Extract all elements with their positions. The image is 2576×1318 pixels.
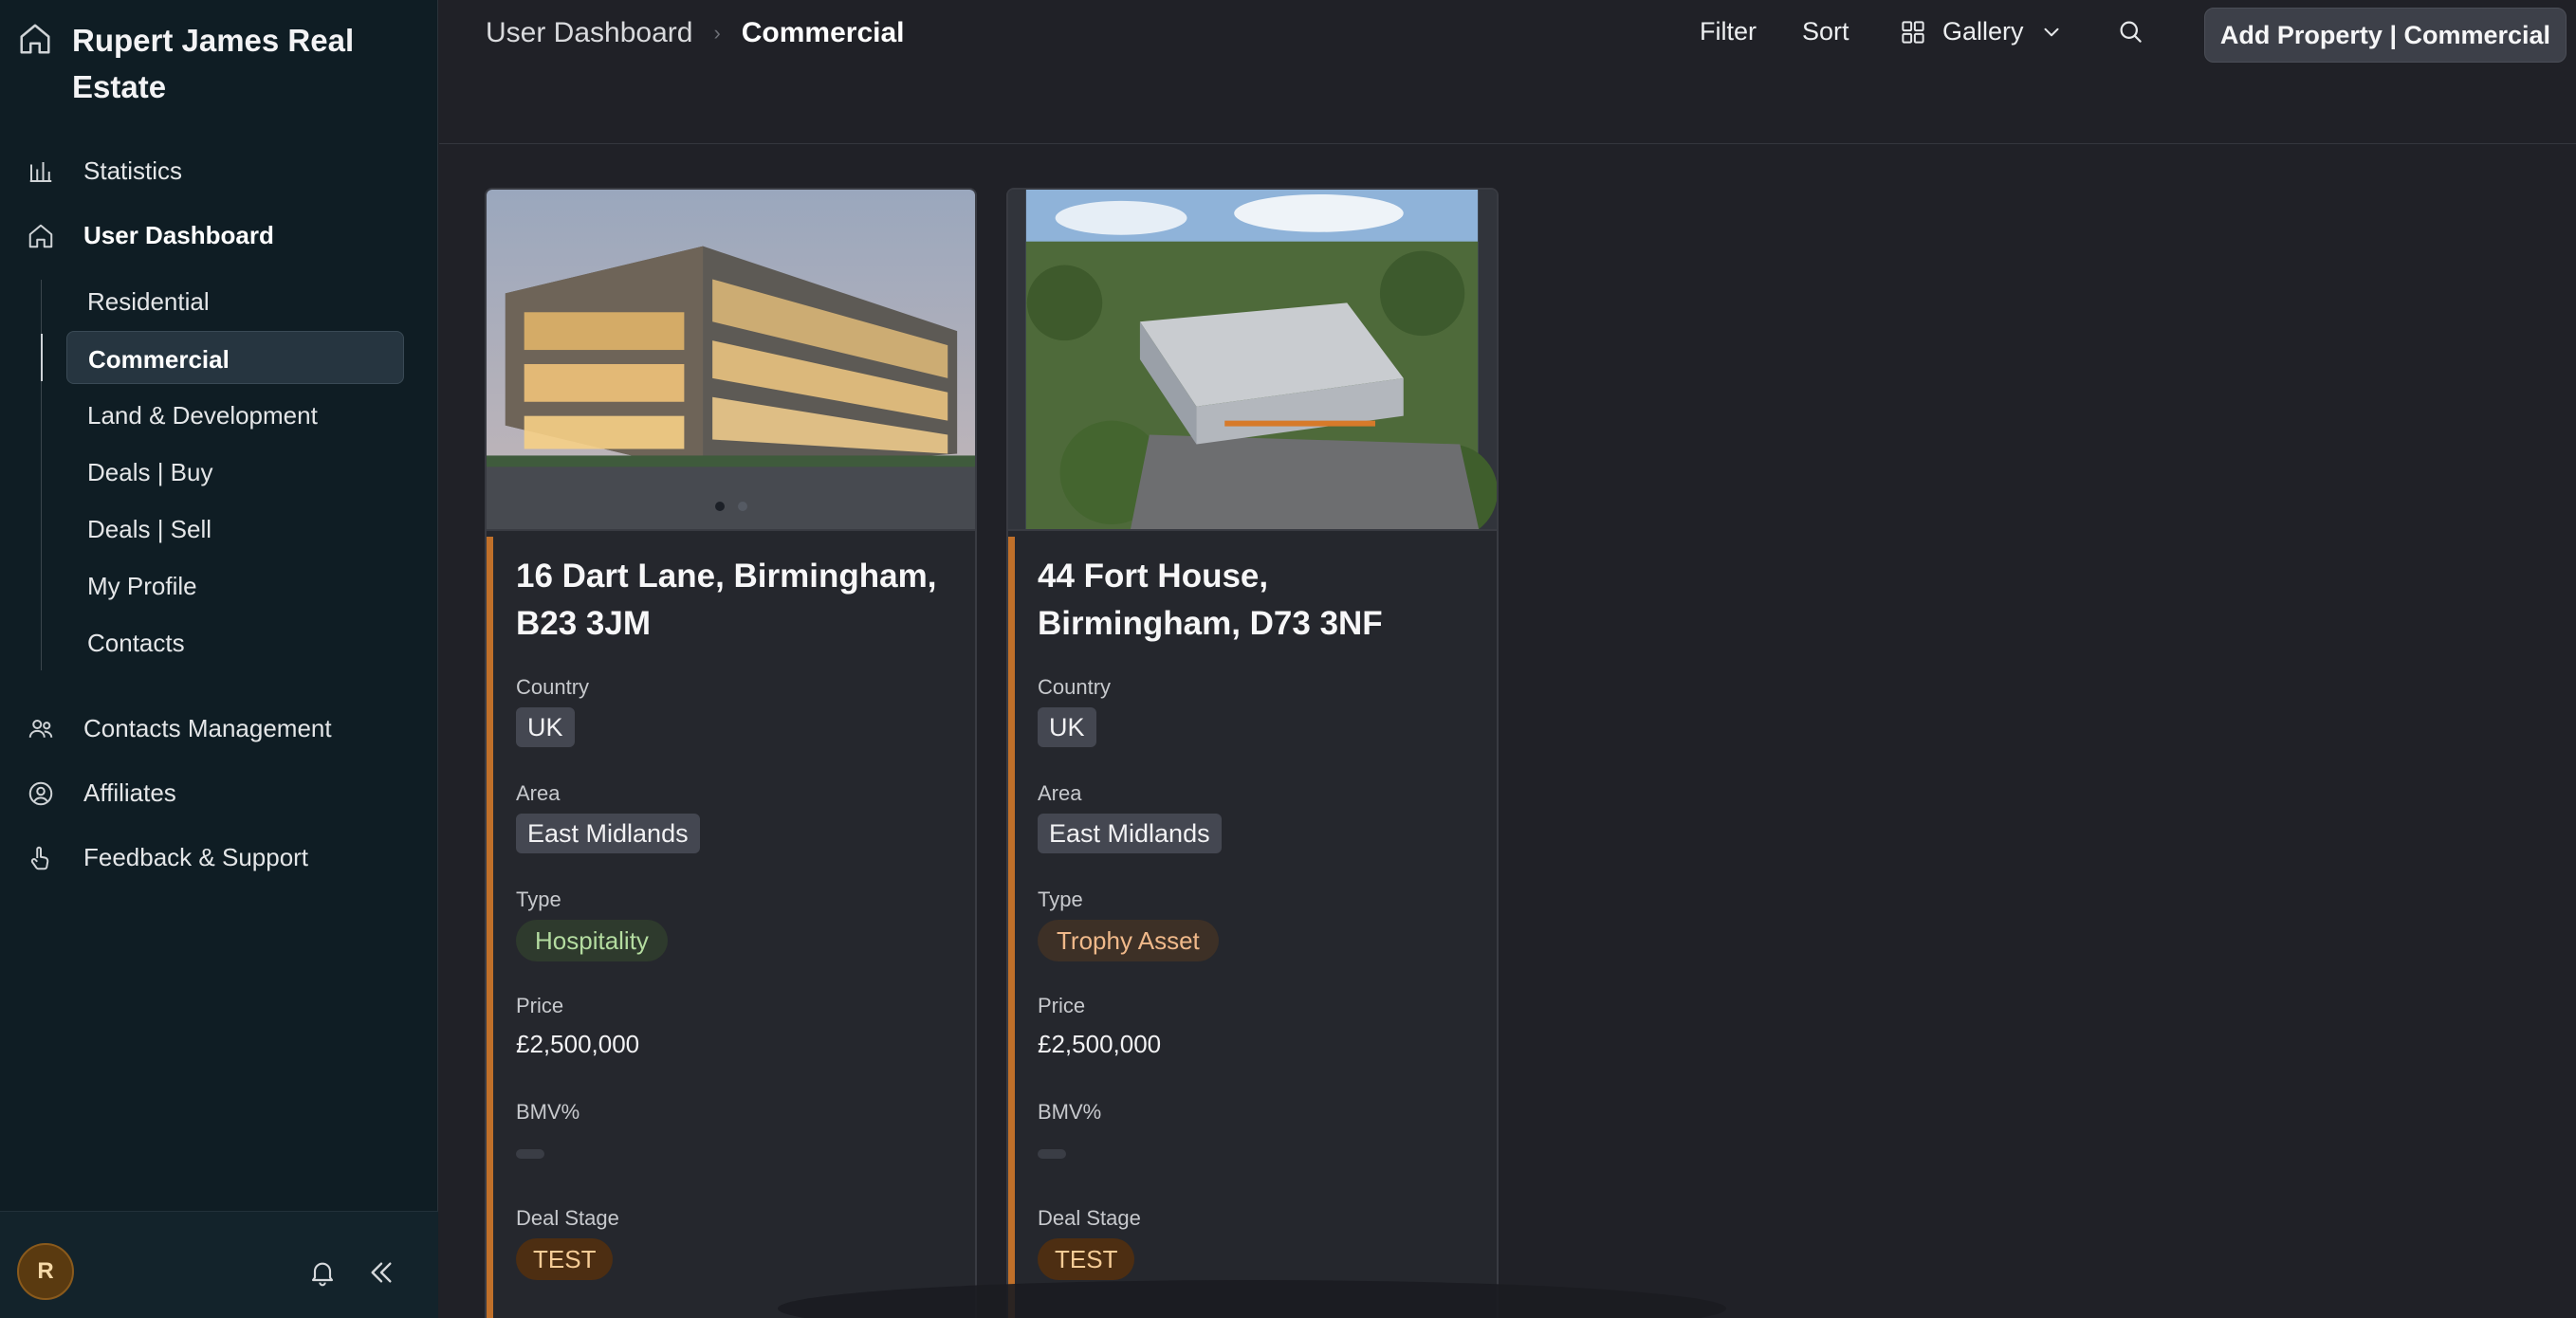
breadcrumb-parent[interactable]: User Dashboard	[486, 17, 692, 49]
grid-icon	[1902, 20, 1924, 44]
hand-pointer-icon	[30, 846, 49, 870]
bell-icon[interactable]	[307, 1257, 338, 1292]
bmv-label: BMV%	[1038, 1100, 1102, 1124]
country-tag: UK	[1038, 707, 1096, 747]
view-select[interactable]: Gallery	[1899, 17, 2064, 46]
type-badge: Hospitality	[516, 920, 668, 961]
carousel-dot[interactable]	[714, 502, 725, 511]
search-button[interactable]	[2116, 17, 2144, 46]
nav-affiliates-label: Affiliates	[83, 778, 176, 807]
deal-stage-label: Deal Stage	[516, 1206, 619, 1230]
type-label: Type	[516, 888, 561, 911]
sidebar-item-residential[interactable]: Residential	[87, 287, 210, 317]
property-image-carousel[interactable]	[1008, 190, 1497, 531]
deal-stage-badge: TEST	[516, 1238, 614, 1280]
nav-contacts-management-label: Contacts Management	[83, 714, 332, 742]
property-title[interactable]: 16 Dart Lane, Birmingham, B23 3JM	[516, 553, 952, 648]
price-label: Price	[1038, 994, 1086, 1017]
sidebar-item-my-profile[interactable]: My Profile	[87, 572, 197, 601]
country-label: Country	[1038, 675, 1112, 699]
price-label: Price	[516, 994, 564, 1017]
area-label: Area	[516, 781, 561, 805]
add-property-button[interactable]: Add Property | Commercial	[2204, 8, 2567, 63]
property-title[interactable]: 44 Fort House, Birmingham, D73 3NF	[1038, 553, 1474, 648]
user-circle-icon	[28, 781, 53, 805]
home-icon	[28, 224, 53, 247]
sort-button[interactable]: Sort	[1802, 17, 1849, 46]
nav-user-dashboard-label: User Dashboard	[83, 221, 274, 249]
card-accent-bar	[1008, 537, 1015, 1318]
top-bar: User Dashboard › Commercial Filter Sort …	[439, 0, 2576, 144]
sidebar-footer: R	[0, 1211, 438, 1318]
brand-name: Rupert James Real Estate	[72, 23, 355, 104]
country-label: Country	[516, 675, 590, 699]
country-tag: UK	[516, 707, 575, 747]
sidebar-item-deals-sell[interactable]: Deals | Sell	[87, 515, 212, 544]
sidebar-item-land-development[interactable]: Land & Development	[87, 401, 318, 430]
area-label: Area	[1038, 781, 1082, 805]
property-photo	[1008, 190, 1497, 529]
price-value: £2,500,000	[1038, 1030, 1162, 1058]
sidebar-item-deals-buy[interactable]: Deals | Buy	[87, 458, 212, 487]
bar-chart-icon	[29, 161, 52, 182]
filter-button[interactable]: Filter	[1700, 17, 1757, 46]
nav-affiliates[interactable]: Affiliates	[27, 778, 176, 808]
sidebar-item-contacts[interactable]: Contacts	[87, 629, 185, 658]
nav-statistics-label: Statistics	[83, 156, 183, 185]
breadcrumb-current: Commercial	[741, 17, 905, 48]
nav-statistics[interactable]: Statistics	[27, 156, 182, 186]
property-photo	[487, 190, 975, 529]
chevron-down-icon	[2044, 27, 2059, 36]
breadcrumb: User Dashboard › Commercial	[486, 17, 905, 49]
avatar[interactable]: R	[17, 1243, 74, 1300]
property-card[interactable]: 16 Dart Lane, Birmingham, B23 3JM Countr…	[485, 188, 977, 1318]
area-tag: East Midlands	[516, 814, 700, 853]
carousel-dot[interactable]	[737, 502, 747, 511]
property-image-carousel[interactable]	[487, 190, 975, 531]
price-value: £2,500,000	[516, 1030, 640, 1058]
deal-stage-badge: TEST	[1038, 1238, 1135, 1280]
brand[interactable]: Rupert James Real Estate	[17, 21, 414, 110]
home-icon	[17, 21, 53, 62]
bmv-empty-value	[1038, 1149, 1066, 1159]
deal-stage-label: Deal Stage	[1038, 1206, 1141, 1230]
carousel-dots	[487, 502, 975, 511]
search-icon	[2120, 21, 2142, 43]
sort-button-label: Sort	[1802, 17, 1849, 46]
nav-feedback-support-label: Feedback & Support	[83, 843, 309, 871]
users-icon	[28, 719, 53, 738]
property-card[interactable]: 44 Fort House, Birmingham, D73 3NF Count…	[1006, 188, 1499, 1318]
nav-user-dashboard[interactable]: User Dashboard	[27, 221, 274, 250]
view-select-label: Gallery	[1942, 17, 2024, 46]
area-tag: East Midlands	[1038, 814, 1222, 853]
bmv-empty-value	[516, 1149, 544, 1159]
type-badge: Trophy Asset	[1038, 920, 1219, 961]
double-chevron-left-icon[interactable]	[366, 1257, 396, 1292]
card-accent-bar	[487, 537, 493, 1318]
bmv-label: BMV%	[516, 1100, 580, 1124]
filter-button-label: Filter	[1700, 17, 1757, 46]
sidebar-item-commercial[interactable]: Commercial	[66, 331, 404, 384]
nav-contacts-management[interactable]: Contacts Management	[27, 714, 332, 743]
type-label: Type	[1038, 888, 1083, 911]
sidebar: Rupert James Real Estate Statistics User…	[0, 0, 438, 1318]
nav-feedback-support[interactable]: Feedback & Support	[27, 843, 308, 872]
subnav-active-indicator	[41, 334, 43, 381]
breadcrumb-separator-icon: ›	[713, 21, 721, 45]
